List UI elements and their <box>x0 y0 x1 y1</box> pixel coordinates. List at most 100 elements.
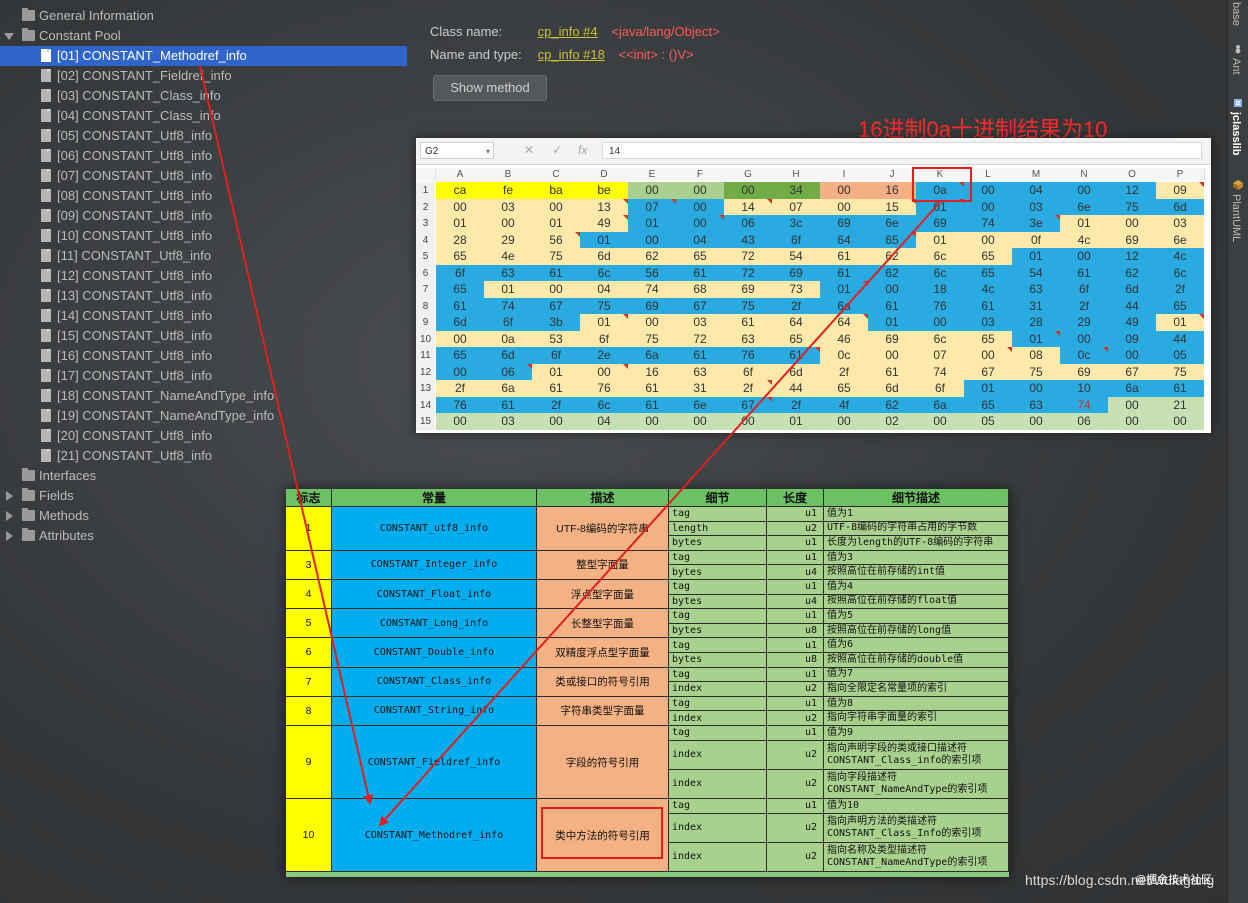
sheet-cell[interactable]: 65 <box>436 248 484 265</box>
sheet-cell[interactable]: 4c <box>1156 248 1204 265</box>
confirm-icon[interactable]: ✓ <box>552 143 562 157</box>
sheet-cell[interactable]: 72 <box>724 248 772 265</box>
sheet-cell[interactable]: 6c <box>580 396 628 414</box>
tree-constant-pool[interactable]: Constant Pool <box>0 26 410 46</box>
sheet-cell[interactable]: 72 <box>724 264 772 282</box>
sheet-cell[interactable]: 74 <box>916 363 964 381</box>
sheet-cell[interactable]: 6e <box>868 215 916 232</box>
column-header[interactable]: E <box>628 168 677 181</box>
sheet-cell[interactable]: 3c <box>772 215 820 232</box>
sheet-cell[interactable]: 6d <box>436 314 484 331</box>
sheet-cell[interactable]: 00 <box>628 314 676 331</box>
sheet-cell[interactable]: 03 <box>1156 215 1204 232</box>
sheet-cell[interactable]: 01 <box>628 215 676 232</box>
sheet-cell[interactable]: 2f <box>772 297 820 315</box>
row-header[interactable]: 2 <box>416 198 435 216</box>
row-header[interactable]: 3 <box>416 215 435 232</box>
sheet-cell[interactable]: 62 <box>868 396 916 414</box>
tree-item-constant[interactable]: [12] CONSTANT_Utf8_info <box>0 266 410 286</box>
cancel-icon[interactable]: ✕ <box>524 143 534 157</box>
sheet-cell[interactable]: 00 <box>436 330 484 348</box>
sheet-cell[interactable]: 03 <box>484 413 532 430</box>
sheet-cell[interactable]: 54 <box>772 248 820 265</box>
sheet-cell[interactable]: 6f <box>532 347 580 364</box>
sheet-cell[interactable]: 07 <box>772 198 820 216</box>
sheet-cell[interactable]: 6f <box>772 231 820 249</box>
sheet-cell[interactable]: 4c <box>1060 231 1108 249</box>
sheet-cell[interactable]: 14 <box>724 198 772 216</box>
sheet-cell[interactable]: 63 <box>724 330 772 348</box>
sheet-cell[interactable]: 69 <box>820 215 868 232</box>
sheet-cell[interactable]: 08 <box>1012 347 1060 364</box>
sheet-cell[interactable]: 75 <box>724 297 772 315</box>
column-header[interactable]: C <box>532 168 581 181</box>
sheet-cell[interactable]: 61 <box>532 264 580 282</box>
sheet-cell[interactable]: 28 <box>1012 314 1060 331</box>
sheet-cell[interactable]: 65 <box>820 380 868 397</box>
sheet-cell[interactable]: 64 <box>820 231 868 249</box>
sheet-cell[interactable]: 61 <box>820 264 868 282</box>
sheet-cell[interactable]: 72 <box>676 330 724 348</box>
sheet-cell[interactable]: 01 <box>1060 215 1108 232</box>
sheet-cell[interactable]: 4e <box>484 248 532 265</box>
sheet-cell[interactable]: 6c <box>916 264 964 282</box>
tree-item-constant[interactable]: [19] CONSTANT_NameAndType_info <box>0 406 410 426</box>
chevron-right-icon[interactable] <box>6 511 13 521</box>
sheet-cell[interactable]: 05 <box>1156 347 1204 364</box>
column-header[interactable]: I <box>820 168 869 181</box>
column-header[interactable]: B <box>484 168 533 181</box>
sheet-cell[interactable]: 69 <box>916 215 964 232</box>
sheet-cell[interactable]: 01 <box>964 380 1012 397</box>
sheet-cell[interactable]: 6e <box>1060 198 1108 216</box>
sheet-cell[interactable]: fe <box>484 182 532 199</box>
column-header[interactable]: D <box>580 168 629 181</box>
sheet-cell[interactable]: 61 <box>484 396 532 414</box>
column-header[interactable]: G <box>724 168 773 181</box>
sheet-cell[interactable]: 00 <box>724 413 772 430</box>
chevron-right-icon[interactable] <box>6 531 13 541</box>
sheet-cell[interactable]: 61 <box>820 248 868 265</box>
sheet-cell[interactable]: 76 <box>724 347 772 364</box>
sheet-cell[interactable]: 63 <box>1012 396 1060 414</box>
sheet-cell[interactable]: 00 <box>964 347 1012 364</box>
tree-item-constant[interactable]: [16] CONSTANT_Utf8_info <box>0 346 410 366</box>
sheet-cell[interactable]: 03 <box>676 314 724 331</box>
tree-item-constant[interactable]: [14] CONSTANT_Utf8_info <box>0 306 410 326</box>
sheet-cell[interactable]: 00 <box>580 363 628 381</box>
tree-item-constant[interactable]: [13] CONSTANT_Utf8_info <box>0 286 410 306</box>
tree-item-constant[interactable]: [11] CONSTANT_Utf8_info <box>0 246 410 266</box>
sheet-cell[interactable]: 16 <box>868 182 916 199</box>
row-header[interactable]: 1 <box>416 182 435 199</box>
column-header[interactable]: M <box>1012 168 1061 181</box>
sheet-cell[interactable]: 00 <box>532 281 580 298</box>
row-header[interactable]: 15 <box>416 413 435 430</box>
sheet-cell[interactable]: 01 <box>580 314 628 331</box>
sheet-cell[interactable]: 07 <box>916 347 964 364</box>
sheet-cell[interactable]: 6f <box>916 380 964 397</box>
sheet-cell[interactable]: 44 <box>1108 297 1156 315</box>
tree-item-constant[interactable]: [06] CONSTANT_Utf8_info <box>0 146 410 166</box>
sheet-cell[interactable]: 76 <box>580 380 628 397</box>
sheet-cell[interactable]: 0c <box>1060 347 1108 364</box>
sheet-cell[interactable]: 00 <box>868 281 916 298</box>
sheet-cell[interactable]: 13 <box>580 198 628 216</box>
sheet-cell[interactable]: 6f <box>436 264 484 282</box>
tree-interfaces[interactable]: Interfaces <box>0 466 410 486</box>
sheet-cell[interactable]: 3e <box>1012 215 1060 232</box>
sheet-cell[interactable]: 00 <box>820 413 868 430</box>
sheet-cell[interactable]: 6f <box>1060 281 1108 298</box>
sheet-cell[interactable]: 00 <box>1012 413 1060 430</box>
sheet-cell[interactable]: 69 <box>772 264 820 282</box>
sheet-cell[interactable]: 04 <box>580 281 628 298</box>
column-header[interactable]: P <box>1156 168 1205 181</box>
row-header[interactable]: 10 <box>416 330 435 348</box>
sheet-cell[interactable]: 69 <box>628 297 676 315</box>
sheet-cell[interactable]: 65 <box>964 330 1012 348</box>
tree-item-constant[interactable]: [03] CONSTANT_Class_info <box>0 86 410 106</box>
row-header[interactable]: 9 <box>416 314 435 331</box>
column-header[interactable]: N <box>1060 168 1109 181</box>
sheet-cell[interactable]: 6c <box>916 330 964 348</box>
sheet-cell[interactable]: 12 <box>1108 182 1156 199</box>
sheet-cell[interactable]: 76 <box>436 396 484 414</box>
sheet-cell[interactable]: 67 <box>724 396 772 414</box>
